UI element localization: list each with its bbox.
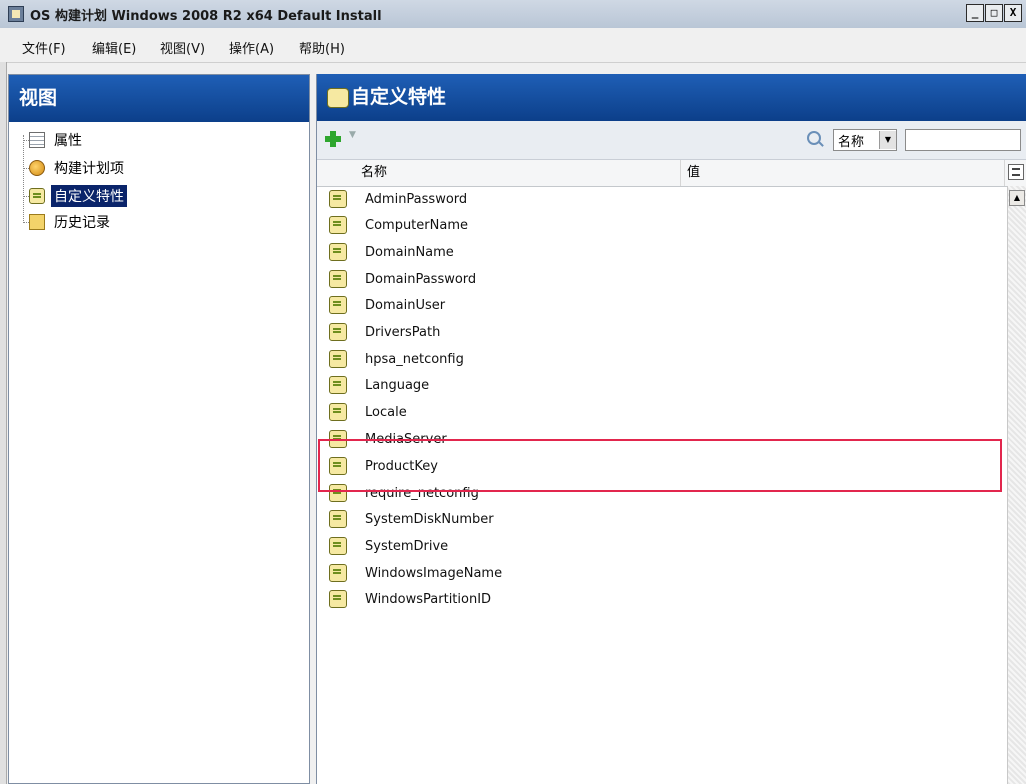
add-dropdown-arrow-icon[interactable]: ▼	[349, 130, 356, 140]
attribute-name: DriversPath	[365, 324, 441, 340]
attribute-name: require_netconfig	[365, 485, 479, 501]
custom-attributes-header: 自定义特性	[317, 74, 1026, 121]
custom-attribute-icon	[329, 537, 347, 555]
attribute-name: Language	[365, 377, 430, 393]
custom-attribute-icon	[329, 403, 347, 421]
attribute-name: MediaServer	[365, 431, 447, 447]
list-item[interactable]: DomainUser	[317, 292, 1005, 318]
custom-attribute-icon	[329, 430, 347, 448]
attribute-name: SystemDiskNumber	[365, 511, 494, 527]
list-item[interactable]: DriversPath	[317, 319, 1005, 345]
attribute-name: Locale	[365, 404, 407, 420]
list-item[interactable]: WindowsPartitionID	[317, 586, 1005, 612]
list-item[interactable]: require_netconfig	[317, 480, 1005, 506]
history-icon	[29, 214, 45, 230]
tree-item-label: 属性	[54, 133, 82, 149]
list-item[interactable]: Language	[317, 372, 1005, 398]
list-header: 名称 值	[317, 160, 1026, 187]
tree-item-label: 构建计划项	[54, 161, 124, 177]
custom-attribute-icon	[329, 510, 347, 528]
list-item[interactable]: SystemDrive	[317, 533, 1005, 559]
search-icon[interactable]	[807, 131, 821, 145]
attribute-name: hpsa_netconfig	[365, 351, 464, 367]
search-input[interactable]	[905, 129, 1021, 151]
search-field-select[interactable]: 名称 ▼	[833, 129, 897, 151]
custom-attribute-icon	[329, 323, 347, 341]
tree-item-label: 历史记录	[54, 215, 110, 231]
attribute-name: DomainUser	[365, 297, 446, 313]
minimize-button[interactable]: _	[966, 4, 984, 22]
column-picker-icon[interactable]	[1008, 164, 1024, 180]
attribute-name: ComputerName	[365, 217, 468, 233]
custom-attribute-icon	[329, 564, 347, 582]
list-item[interactable]: AdminPassword	[317, 186, 1005, 212]
toolbar: ▼ 名称 ▼	[317, 121, 1026, 160]
custom-attribute-icon	[329, 190, 347, 208]
attribute-name: SystemDrive	[365, 538, 449, 554]
close-button[interactable]: X	[1004, 4, 1022, 22]
list-item[interactable]: hpsa_netconfig	[317, 346, 1005, 372]
custom-attribute-icon	[329, 457, 347, 475]
chevron-down-icon[interactable]: ▼	[879, 131, 896, 149]
search-field-label: 名称	[838, 134, 865, 150]
list-item[interactable]: Locale	[317, 399, 1005, 425]
custom-attribute-icon	[327, 88, 349, 108]
list-item[interactable]: WindowsImageName	[317, 560, 1005, 586]
attribute-name: ProductKey	[365, 458, 438, 474]
attribute-list: AdminPassword ComputerName DomainName Do…	[317, 186, 1026, 784]
attribute-name: AdminPassword	[365, 191, 468, 207]
tree-item-properties[interactable]: 属性	[29, 129, 85, 151]
custom-attribute-icon	[329, 590, 347, 608]
list-item[interactable]: DomainName	[317, 239, 1005, 265]
list-item[interactable]: MediaServer	[317, 426, 1005, 452]
column-header-name[interactable]: 名称	[355, 160, 681, 186]
build-plan-icon	[29, 160, 45, 176]
tree-item-build-plan-items[interactable]: 构建计划项	[29, 157, 127, 179]
custom-attribute-icon	[329, 296, 347, 314]
title-bar[interactable]: OS 构建计划 Windows 2008 R2 x64 Default Inst…	[0, 0, 1026, 29]
menu-file[interactable]: 文件(F)	[22, 38, 66, 57]
tree-connector	[23, 135, 24, 221]
tree-item-history[interactable]: 历史记录	[29, 211, 113, 233]
pane-title: 自定义特性	[351, 86, 447, 108]
scroll-up-icon[interactable]: ▲	[1009, 190, 1025, 206]
app-icon	[8, 6, 24, 22]
custom-attribute-icon	[329, 376, 347, 394]
vertical-scrollbar[interactable]	[1007, 186, 1026, 784]
properties-icon	[29, 132, 45, 148]
attribute-name: DomainPassword	[365, 271, 477, 287]
list-item[interactable]: SystemDiskNumber	[317, 506, 1005, 532]
column-header-value[interactable]: 值	[681, 160, 1005, 186]
left-edge-frame	[0, 62, 7, 784]
view-pane: 视图 属性 构建计划项 自定义特性 历史记录	[8, 74, 310, 784]
maximize-button[interactable]: □	[985, 4, 1003, 22]
custom-attribute-icon	[329, 216, 347, 234]
menu-edit[interactable]: 编辑(E)	[92, 38, 136, 57]
list-item[interactable]: DomainPassword	[317, 266, 1005, 292]
list-item[interactable]: ProductKey	[317, 453, 1005, 479]
attribute-name: WindowsImageName	[365, 565, 503, 581]
menu-action[interactable]: 操作(A)	[229, 38, 274, 57]
window-title: OS 构建计划 Windows 2008 R2 x64 Default Inst…	[30, 9, 382, 24]
menu-help[interactable]: 帮助(H)	[299, 38, 345, 57]
tree-item-label: 自定义特性	[51, 185, 127, 207]
custom-attribute-icon	[329, 350, 347, 368]
attribute-name: WindowsPartitionID	[365, 591, 492, 607]
app-window: OS 构建计划 Windows 2008 R2 x64 Default Inst…	[0, 0, 1026, 784]
window-controls: _ □ X	[966, 4, 1022, 22]
menu-view[interactable]: 视图(V)	[160, 38, 205, 57]
view-pane-header: 视图	[9, 75, 309, 122]
list-item[interactable]: ComputerName	[317, 212, 1005, 238]
add-icon[interactable]	[325, 131, 341, 147]
custom-attribute-icon	[329, 484, 347, 502]
custom-attributes-pane: 自定义特性 ▼ 名称 ▼ 名称 值 AdminPassword Computer…	[316, 74, 1026, 784]
menu-bar: 文件(F) 编辑(E) 视图(V) 操作(A) 帮助(H)	[0, 28, 1026, 63]
custom-attribute-icon	[329, 270, 347, 288]
custom-attribute-icon	[329, 243, 347, 261]
attribute-name: DomainName	[365, 244, 454, 260]
custom-attribute-icon	[29, 188, 45, 204]
tree-item-custom-attributes[interactable]: 自定义特性	[29, 185, 127, 207]
